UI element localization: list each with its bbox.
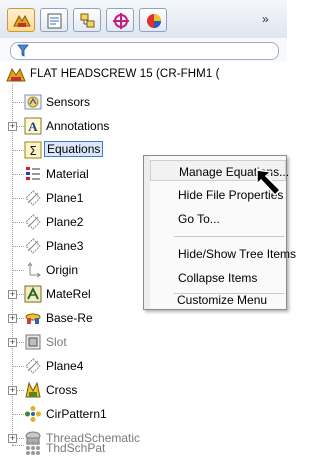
display-manager-icon [147, 14, 161, 28]
configurationmanager-tab[interactable] [73, 8, 101, 32]
plane-icon [25, 214, 41, 230]
menu-item-collapse-items[interactable]: Collapse Items [150, 267, 286, 288]
filter-icon [17, 44, 29, 57]
tree-item-label: Origin [46, 263, 79, 277]
tree-item-label: Base-Re [46, 311, 93, 325]
tree-item-label: Plane1 [46, 191, 84, 205]
material-icon [26, 167, 40, 180]
svg-text:A: A [28, 119, 38, 134]
tree-connector [12, 445, 24, 446]
dimxpert-tab[interactable] [106, 8, 134, 32]
featuremanager-tab[interactable] [7, 8, 35, 32]
part-icon [6, 67, 26, 82]
tree-item-label: Plane3 [46, 239, 84, 253]
tree-root-label: FLAT HEADSCREW 15 (CR-FHM1 ( [30, 68, 220, 80]
expand-toggle[interactable]: + [8, 290, 17, 299]
featuremanager-panel: » FLAT HEADSCREW 15 (CR-FHM1 (Sensors +… [0, 0, 296, 455]
tree-filter-input[interactable] [10, 42, 279, 60]
configurationmanager-icon [80, 13, 95, 28]
expand-toggle[interactable]: + [8, 338, 17, 347]
display-manager-tab[interactable] [139, 8, 167, 32]
menu-item-go-to[interactable]: Go To... [150, 208, 286, 229]
mouse-pointer-icon [256, 169, 282, 197]
svg-text:Σ: Σ [29, 144, 37, 158]
circular-pattern-icon [25, 406, 41, 422]
expand-toggle[interactable]: + [8, 386, 17, 395]
tree-connector [12, 222, 24, 223]
tree-connector [17, 390, 24, 391]
filter-row [0, 38, 287, 62]
cross-icon [25, 381, 41, 398]
tree-item-label: Equations [44, 141, 104, 157]
tree-item-label: CirPattern1 [46, 407, 107, 421]
tree-connector [12, 246, 24, 247]
plane-icon [25, 190, 41, 206]
menu-item-hide-show-tree-items[interactable]: Hide/Show Tree Items [150, 243, 296, 264]
menu-item-customize-menu[interactable]: Customize Menu [149, 292, 285, 313]
thread-pattern-icon [26, 441, 40, 455]
menu-item-label: Hide/Show Tree Items [178, 247, 297, 261]
tree-item-label: Sensors [46, 95, 91, 109]
materef-icon [24, 285, 42, 303]
equations-icon: Σ [24, 141, 42, 159]
plane-icon [25, 238, 41, 254]
tree-item-label: Plane2 [46, 215, 84, 229]
tree-connector [12, 150, 24, 151]
sensors-icon [24, 94, 42, 110]
featuremanager-icon [13, 14, 31, 27]
propertymanager-tab[interactable] [40, 8, 68, 32]
tree-item-label: Cross [46, 383, 78, 397]
tree-connector [12, 174, 24, 175]
tree-item-label: MateRel [46, 287, 91, 301]
plane-icon [25, 358, 41, 374]
origin-icon [27, 262, 41, 278]
tree-item-label: Annotations [46, 119, 110, 133]
tree-connector [17, 294, 24, 295]
tree-connector [17, 438, 24, 439]
expand-toggle[interactable]: + [8, 314, 17, 323]
expand-toggle[interactable]: + [8, 434, 17, 443]
annotations-icon: A [24, 117, 42, 135]
tree-connector [17, 318, 24, 319]
panel-toolbar: » [0, 0, 287, 39]
tree-connector [12, 270, 24, 271]
toolbar-overflow-button[interactable]: » [262, 12, 269, 26]
tree-item-label: Material [46, 167, 89, 181]
tree-connector [12, 414, 24, 415]
base-revolve-icon [25, 313, 41, 324]
tree-item-label: Slot [46, 335, 67, 349]
propertymanager-icon [47, 13, 62, 29]
tree-connector [12, 102, 24, 103]
tree-connector [17, 126, 24, 127]
tree-connector [12, 198, 24, 199]
tree-item-label: Plane4 [46, 359, 84, 373]
menu-item-label: Collapse Items [178, 271, 258, 285]
menu-item-label: Go To... [178, 212, 220, 226]
tree-connector [12, 366, 24, 367]
menu-separator [174, 236, 284, 237]
expand-toggle[interactable]: + [8, 122, 17, 131]
dimxpert-icon [113, 13, 129, 29]
slot-icon [25, 334, 41, 350]
tree-connector [17, 342, 24, 343]
menu-item-label: Customize Menu [177, 293, 268, 307]
